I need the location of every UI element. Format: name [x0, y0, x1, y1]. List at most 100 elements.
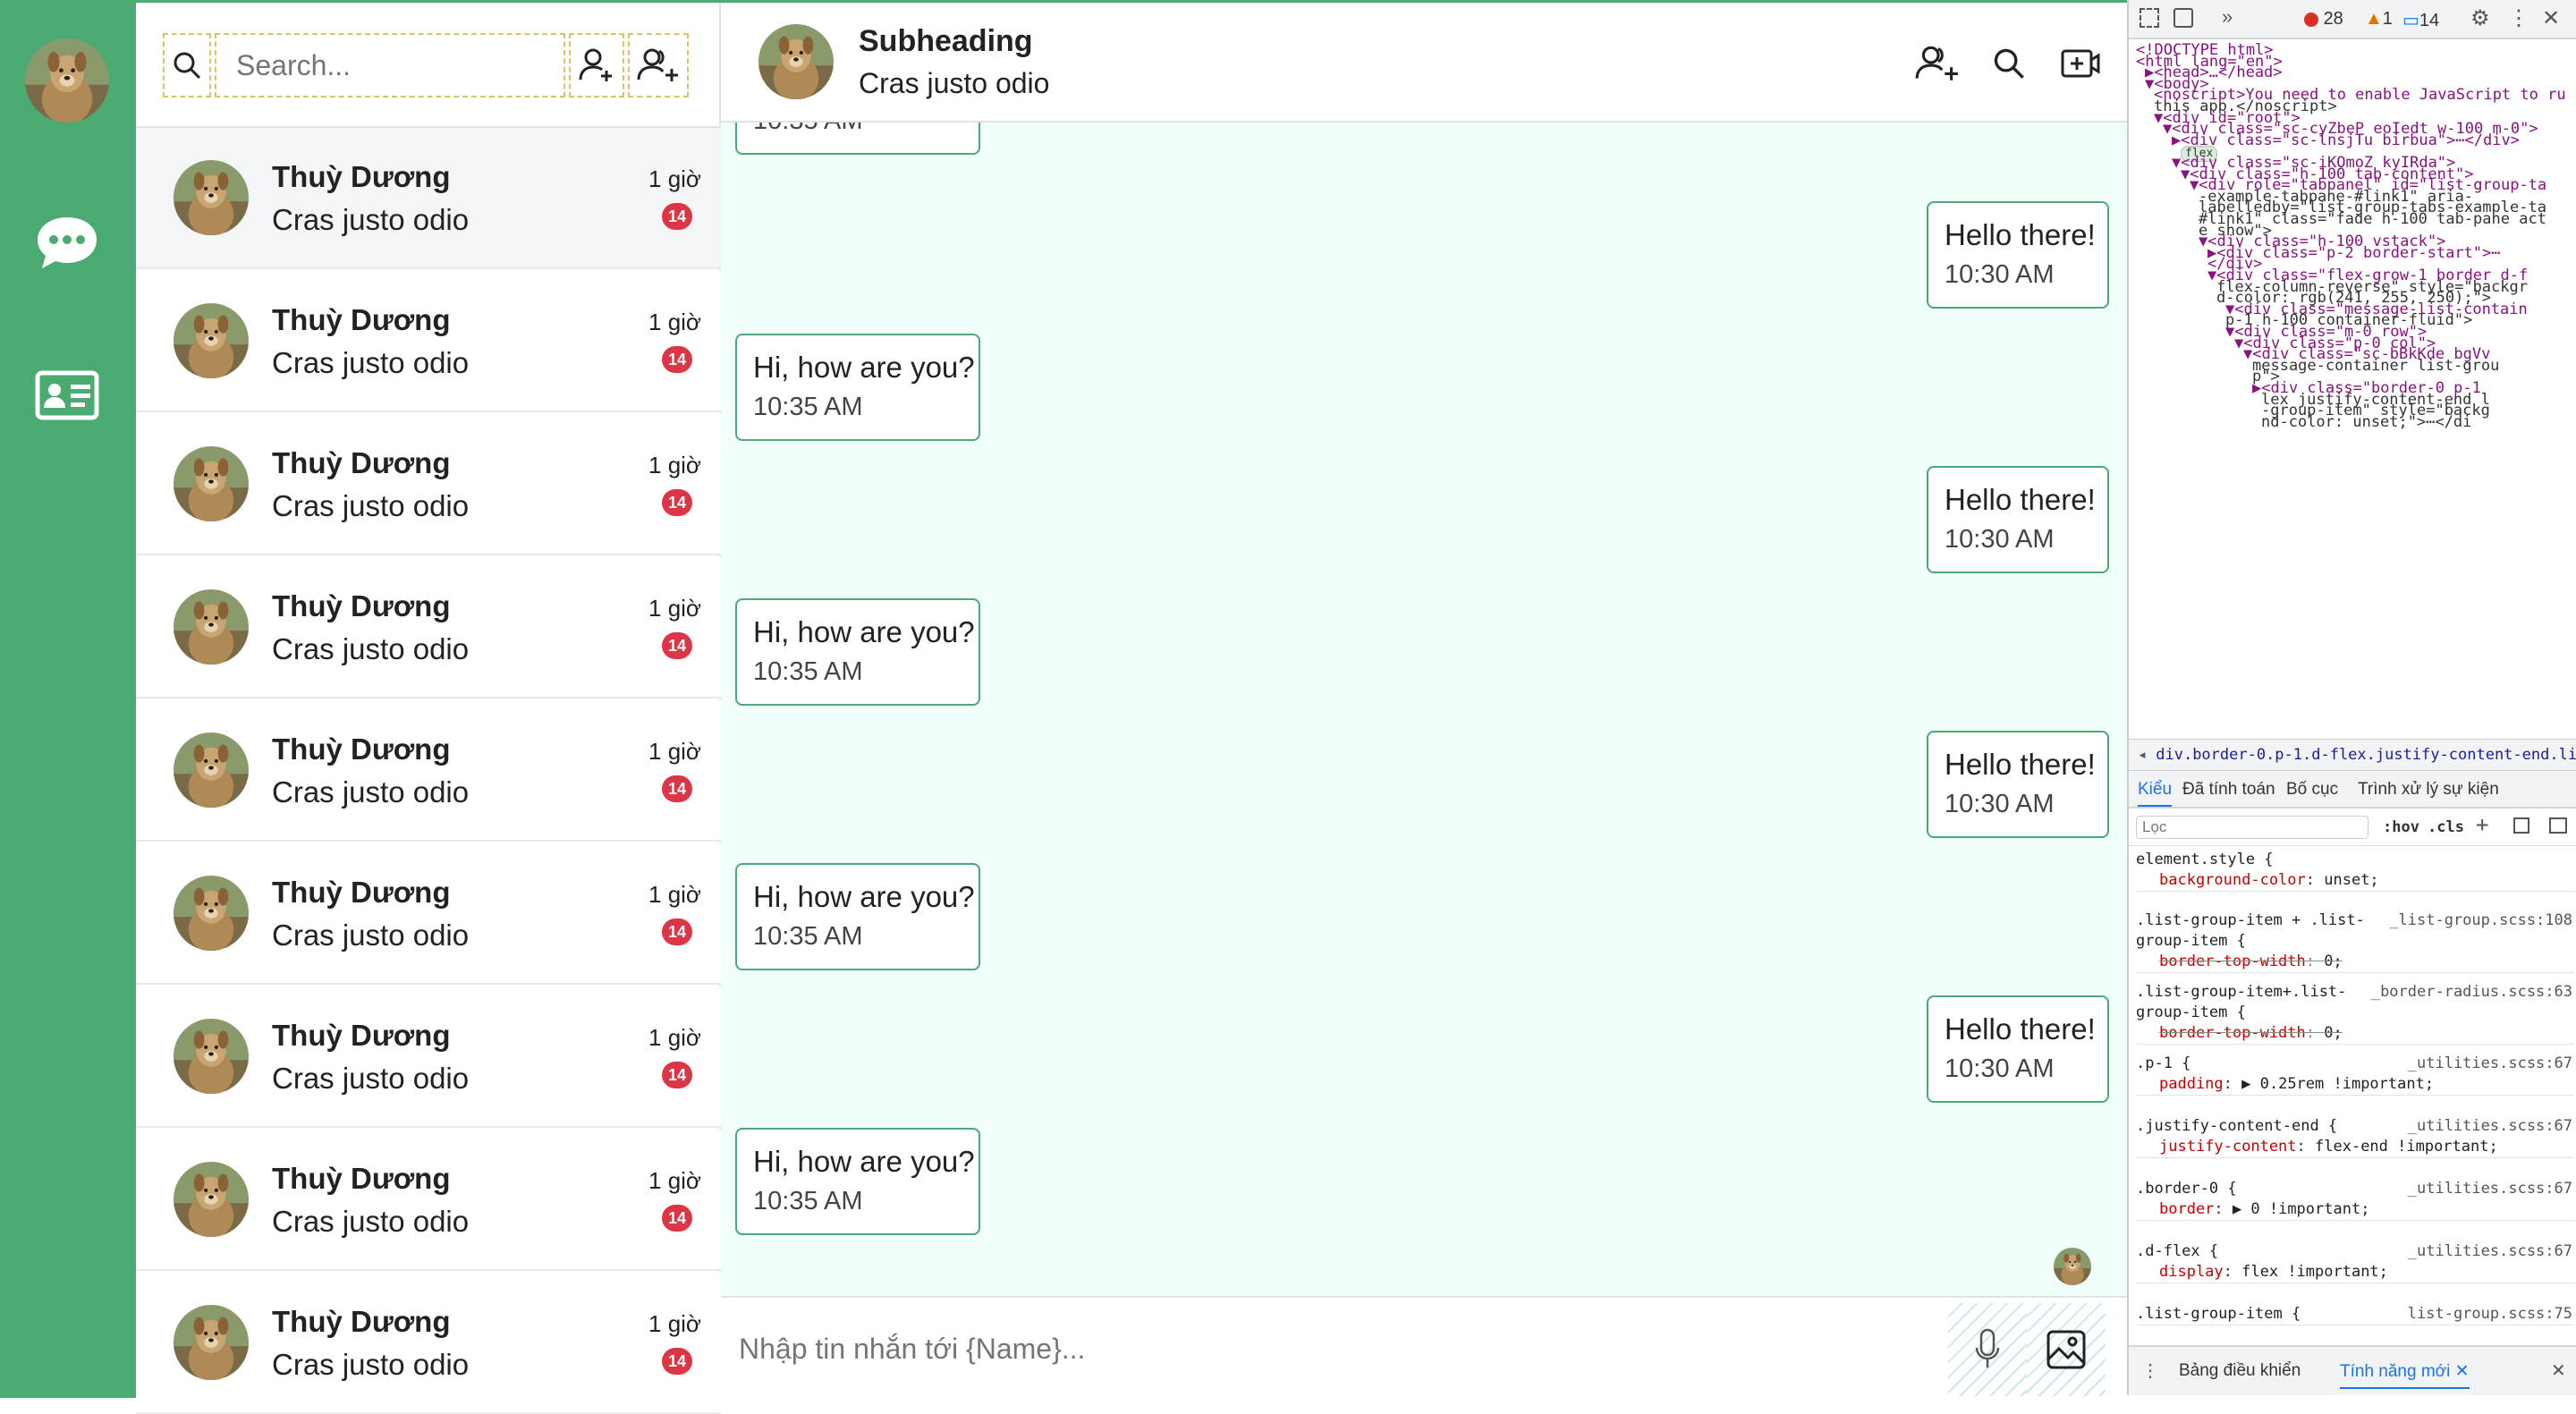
received-message[interactable]: Hi, how are you? 10:35 AM	[735, 863, 980, 970]
unread-badge: 14	[662, 346, 692, 373]
message-text: Hello there!	[1945, 1012, 2096, 1046]
received-message[interactable]: Hi, how are you? 10:35 AM	[735, 598, 980, 706]
error-count[interactable]: 28	[2304, 9, 2343, 30]
css-declaration[interactable]: background-color: unset;	[2136, 870, 2574, 891]
chat-panel: Subheading Cras justo odio 10:35 AM Hello…	[721, 3, 2127, 1398]
css-selector: element.style {	[2136, 851, 2274, 868]
search-bar	[136, 3, 721, 128]
css-declaration[interactable]: border: ▶ 0 !important;	[2136, 1199, 2574, 1220]
css-rule[interactable]: .border-0 {_utilities.scss:67 border: ▶ 0…	[2136, 1179, 2574, 1221]
css-property: border-top-width	[2159, 953, 2306, 970]
device-toggle-icon[interactable]	[2174, 8, 2193, 28]
hov-toggle[interactable]: :hov	[2383, 818, 2419, 836]
message-input[interactable]	[739, 1316, 1955, 1382]
sent-message[interactable]: Hello there! 10:30 AM	[1927, 731, 2109, 838]
voice-button[interactable]	[1948, 1303, 2027, 1396]
sent-message[interactable]: Hello there! 10:30 AM	[1927, 201, 2109, 309]
dom-node-line[interactable]: message-container list-grou	[2252, 359, 2499, 373]
add-friend-button[interactable]	[569, 33, 624, 97]
message-text: Hi, how are you?	[753, 615, 975, 648]
css-rule[interactable]: .list-group-item + .list- group-item {_l…	[2136, 910, 2574, 973]
new-rule-icon[interactable]: +	[2476, 812, 2488, 837]
kebab-menu-icon[interactable]: ⋮	[2508, 5, 2529, 31]
console-tab[interactable]: Bảng điều khiển	[2179, 1361, 2301, 1381]
close-devtools-icon[interactable]: ✕	[2542, 5, 2560, 31]
inspect-icon[interactable]	[2140, 8, 2159, 28]
css-source-link[interactable]: _utilities.scss:67	[2408, 1179, 2572, 1199]
conversation-item[interactable]: Thuỳ Dương Cras justo odio 1 giờ 14	[136, 843, 721, 985]
chat-avatar[interactable]	[758, 24, 834, 99]
message-text: Hi, how are you?	[753, 351, 975, 384]
styles-tab[interactable]: Trình xử lý sự kiện	[2358, 780, 2499, 800]
styles-tab[interactable]: Đã tính toán	[2182, 780, 2275, 800]
received-message[interactable]: Hi, how are you? 10:35 AM	[735, 334, 980, 441]
conversation-item[interactable]: Thuỳ Dương Cras justo odio 1 giờ 14	[136, 414, 721, 555]
conversation-item[interactable]: Thuỳ Dương Cras justo odio 1 giờ 14	[136, 986, 721, 1128]
element-breadcrumb[interactable]: ◂ div.border-0.p-1.d-flex.justify-content…	[2129, 739, 2576, 771]
received-message[interactable]: 10:35 AM	[735, 123, 980, 155]
css-source-link[interactable]: _utilities.scss:67	[2408, 1241, 2572, 1262]
sent-message[interactable]: Hello there! 10:30 AM	[1927, 466, 2109, 573]
avatar[interactable]	[25, 38, 109, 123]
css-rule[interactable]: .d-flex {_utilities.scss:67 display: flex…	[2136, 1241, 2574, 1283]
contact-card-icon[interactable]	[34, 362, 100, 428]
css-declaration[interactable]: justify-content: flex-end !important;	[2136, 1137, 2574, 1157]
paint-icon[interactable]	[2513, 817, 2529, 834]
css-property: justify-content	[2159, 1138, 2297, 1156]
message-preview: Cras justo odio	[272, 1062, 470, 1095]
unread-badge: 14	[662, 632, 692, 659]
css-source-link[interactable]: list-group.scss:75	[2408, 1304, 2572, 1325]
css-rule[interactable]: .list-group-item+.list- group-item {_bor…	[2136, 982, 2574, 1045]
search-button[interactable]	[163, 33, 211, 97]
conversation-item[interactable]: Thuỳ Dương Cras justo odio 1 giờ 14	[136, 271, 721, 412]
chat-bubble-icon[interactable]	[34, 210, 100, 276]
drawer-menu-icon[interactable]: ⋮	[2141, 1359, 2159, 1382]
sidebar-toggle-icon[interactable]	[2549, 817, 2567, 834]
message-preview: Cras justo odio	[272, 632, 470, 665]
add-member-button[interactable]	[1911, 37, 1964, 90]
css-declaration[interactable]: border-top-width: 0;	[2136, 952, 2574, 972]
devtools-toolbar: » 28 ▲1 ▭14 ⚙ ⋮ ✕	[2129, 0, 2576, 39]
conversation-item[interactable]: Thuỳ Dương Cras justo odio 1 giờ 14	[136, 700, 721, 842]
received-message[interactable]: Hi, how are you? 10:35 AM	[735, 1128, 980, 1235]
dom-node-line[interactable]: nd-color: unset;">⋯</di	[2261, 415, 2471, 429]
breadcrumb-left-arrow-icon[interactable]: ◂	[2129, 746, 2156, 764]
conversation-item[interactable]: Thuỳ Dương Cras justo odio 1 giờ 14	[136, 1130, 721, 1271]
send-image-button[interactable]	[2027, 1303, 2106, 1396]
more-panels-icon[interactable]: »	[2222, 5, 2233, 29]
styles-filter-input[interactable]	[2136, 816, 2368, 839]
css-rule[interactable]: .p-1 {_utilities.scss:67 padding: ▶ 0.25r…	[2136, 1054, 2574, 1096]
sent-message[interactable]: Hello there! 10:30 AM	[1927, 995, 2109, 1103]
css-rule[interactable]: .list-group-item {list-group.scss:75	[2136, 1304, 2574, 1325]
settings-gear-icon[interactable]: ⚙	[2470, 5, 2490, 31]
styles-tab[interactable]: Kiểu	[2138, 780, 2173, 807]
breadcrumb-text: div.border-0.p-1.d-flex.justify-content-…	[2156, 746, 2576, 764]
warning-count[interactable]: ▲1	[2365, 9, 2393, 30]
css-declaration[interactable]: padding: ▶ 0.25rem !important;	[2136, 1074, 2574, 1095]
styles-tab[interactable]: Bố cục	[2286, 780, 2338, 800]
close-drawer-icon[interactable]: ✕	[2551, 1359, 2566, 1382]
css-value: flex !important;	[2241, 1263, 2388, 1281]
conversation-item[interactable]: Thuỳ Dương Cras justo odio 1 giờ 14	[136, 128, 721, 269]
css-declaration[interactable]: display: flex !important;	[2136, 1262, 2574, 1283]
contact-name: Thuỳ Dương	[272, 1305, 451, 1338]
dom-node-line[interactable]: ▶<div class="sc-lnsjTu birbua">⋯</div>	[2172, 133, 2520, 148]
css-rule[interactable]: element.style { background-color: unset;	[2136, 850, 2574, 892]
video-call-button[interactable]	[2054, 37, 2107, 90]
css-declaration[interactable]: border-top-width: 0;	[2136, 1023, 2574, 1044]
css-source-link[interactable]: _utilities.scss:67	[2408, 1054, 2572, 1074]
microphone-icon	[1975, 1328, 2000, 1367]
css-source-link[interactable]: _list-group.scss:108	[2389, 910, 2572, 931]
whats-new-tab[interactable]: Tính năng mới ✕	[2340, 1361, 2470, 1389]
create-group-button[interactable]	[628, 33, 689, 97]
css-source-link[interactable]: _border-radius.scss:63	[2371, 982, 2572, 1003]
search-messages-button[interactable]	[1982, 37, 2036, 90]
conversation-item[interactable]: Thuỳ Dương Cras justo odio 1 giờ 14	[136, 1273, 721, 1414]
avatar	[174, 1019, 249, 1094]
conversation-item[interactable]: Thuỳ Dương Cras justo odio 1 giờ 14	[136, 557, 721, 699]
css-rule[interactable]: .justify-content-end {_utilities.scss:67…	[2136, 1116, 2574, 1158]
cls-toggle[interactable]: .cls	[2428, 818, 2464, 836]
search-input[interactable]	[215, 33, 565, 97]
css-source-link[interactable]: _utilities.scss:67	[2408, 1116, 2572, 1137]
message-count[interactable]: ▭14	[2402, 9, 2439, 31]
